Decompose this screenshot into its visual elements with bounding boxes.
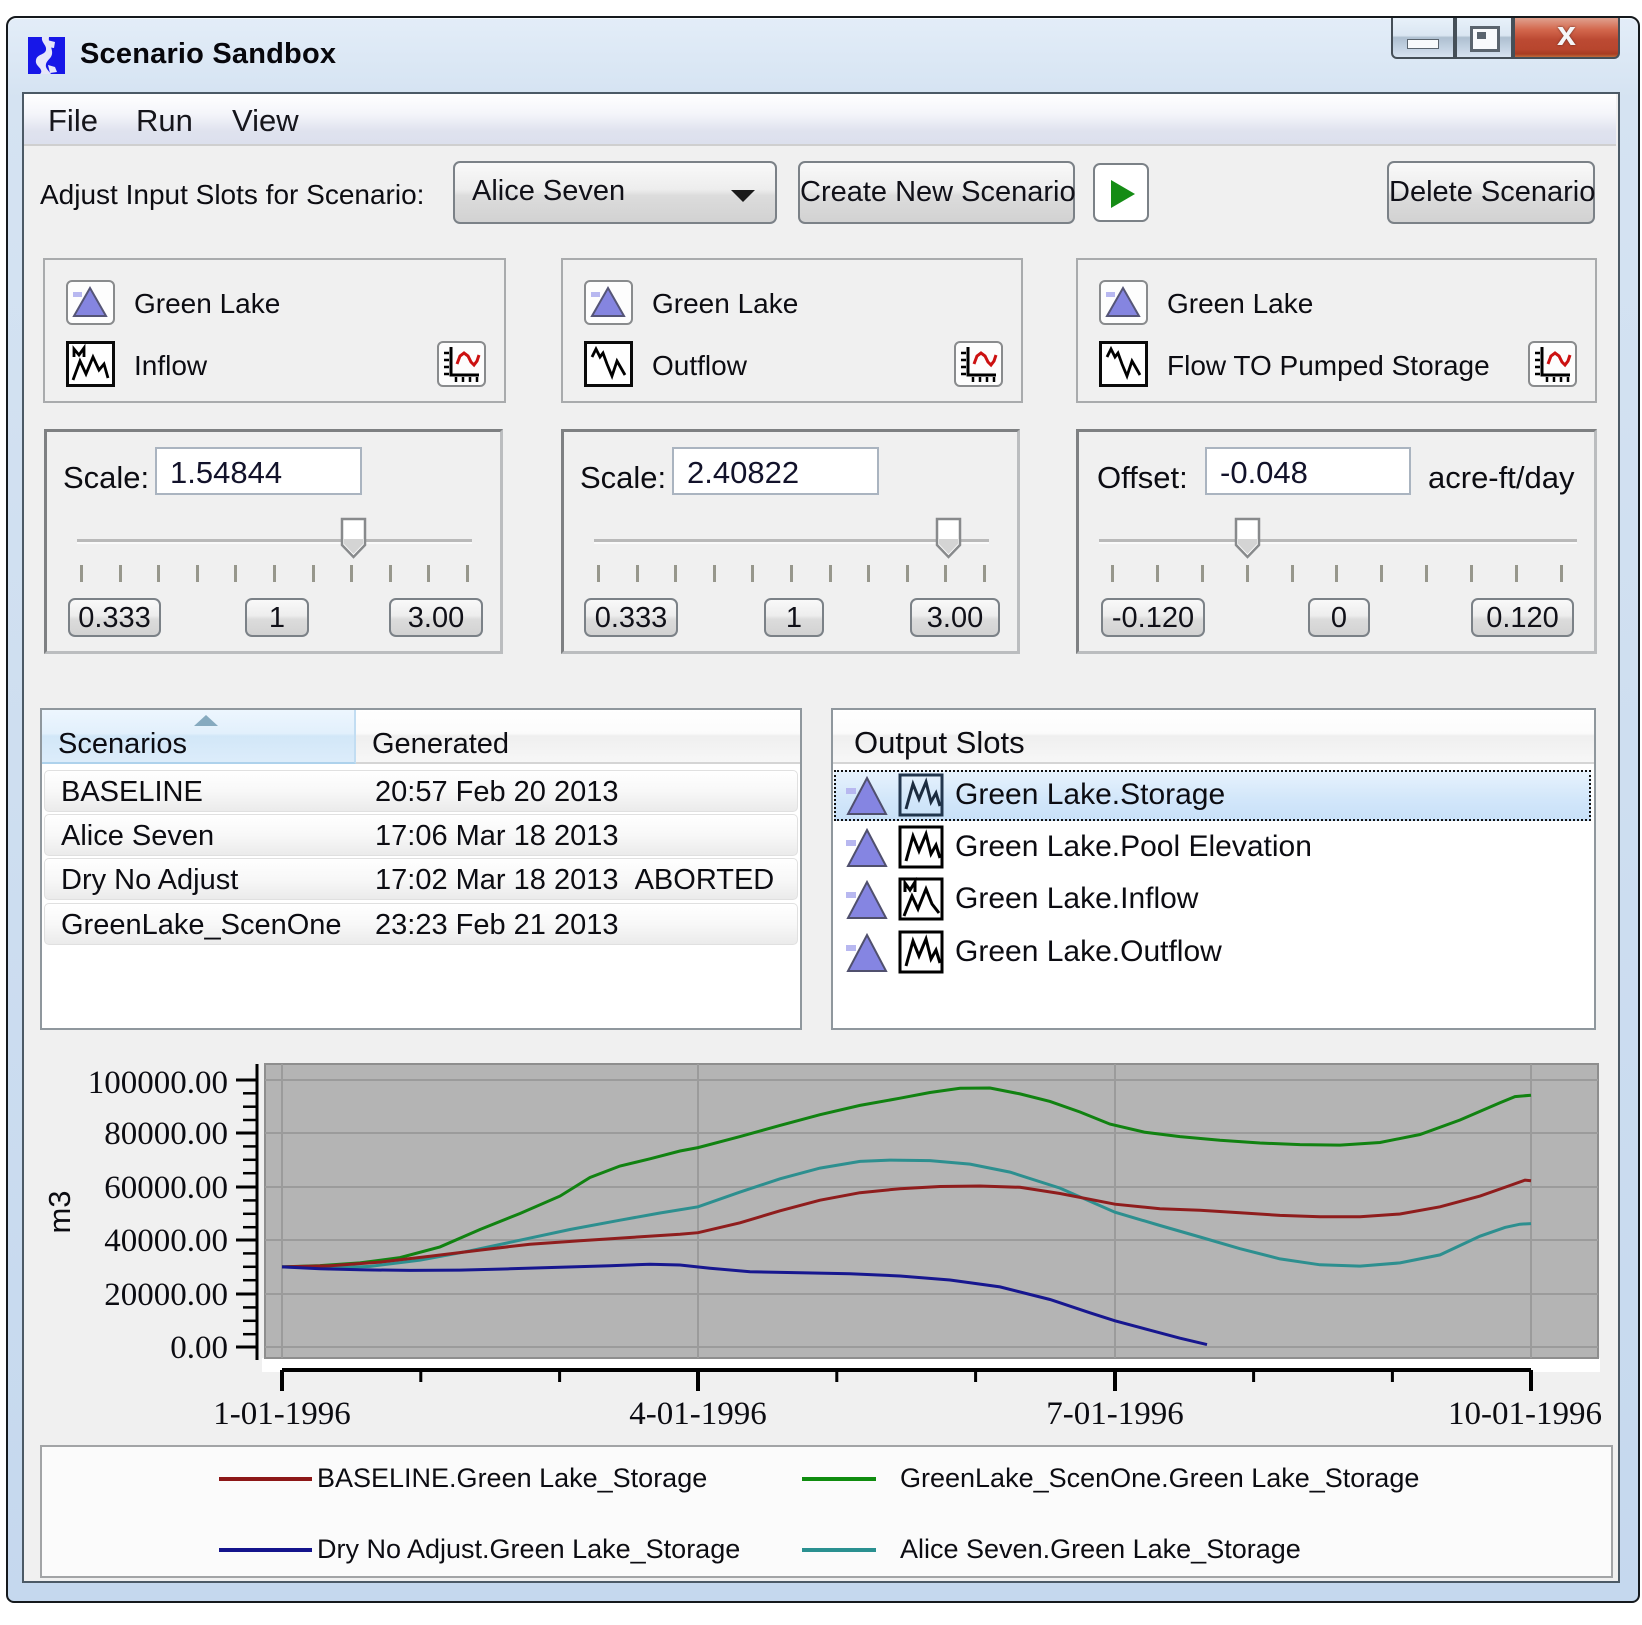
svg-text:20000.00: 20000.00 [104, 1277, 228, 1313]
svg-text:60000.00: 60000.00 [104, 1170, 228, 1206]
svg-text:7-01-1996: 7-01-1996 [1046, 1396, 1183, 1432]
svg-text:40000.00: 40000.00 [104, 1223, 228, 1259]
svg-text:100000.00: 100000.00 [88, 1065, 228, 1101]
svg-text:10-01-1996: 10-01-1996 [1448, 1396, 1602, 1432]
svg-text:0.00: 0.00 [170, 1330, 228, 1366]
svg-text:80000.00: 80000.00 [104, 1116, 228, 1152]
svg-text:4-01-1996: 4-01-1996 [629, 1396, 766, 1432]
svg-text:1-01-1996: 1-01-1996 [213, 1396, 350, 1432]
svg-text:m3: m3 [42, 1190, 77, 1233]
